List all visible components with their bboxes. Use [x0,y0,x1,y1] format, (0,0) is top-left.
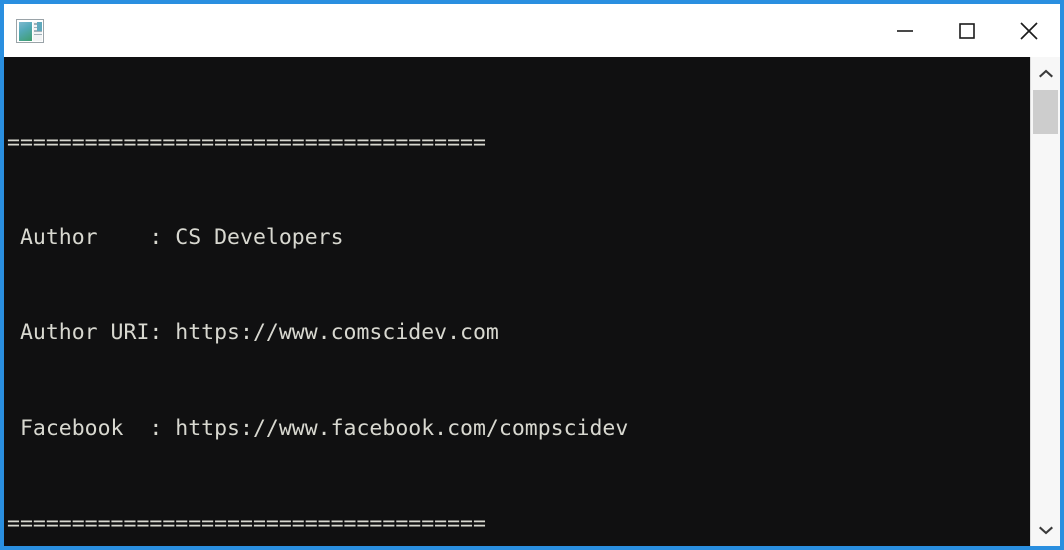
icon-left-pane [19,21,32,41]
console-body: ===================================== Au… [4,57,1060,546]
minimize-icon [897,29,913,32]
chevron-down-icon [1038,526,1053,534]
title-bar[interactable] [4,4,1060,57]
scrollbar-track[interactable] [1031,90,1060,513]
console-line: Author : CS Developers [7,224,344,250]
console-line: ===================================== [7,511,486,537]
close-icon [1020,21,1038,40]
scrollbar-up-button[interactable] [1031,57,1060,90]
chevron-up-icon [1038,69,1053,77]
console-line: ===================================== [7,129,486,155]
icon-line [33,33,42,35]
scrollbar-thumb[interactable] [1033,90,1058,134]
window-controls [874,4,1060,57]
vertical-scrollbar[interactable] [1030,57,1060,546]
console-output[interactable]: ===================================== Au… [4,57,1030,546]
console-app-icon [16,18,44,43]
console-line: Facebook : https://www.facebook.com/comp… [7,415,629,441]
maximize-button[interactable] [936,4,998,57]
console-window: ===================================== Au… [0,0,1064,550]
close-button[interactable] [998,4,1060,57]
maximize-icon [959,22,975,39]
console-line: Author URI: https://www.comscidev.com [7,320,499,346]
minimize-button[interactable] [874,4,936,57]
scrollbar-down-button[interactable] [1031,513,1060,546]
icon-tab [37,21,42,31]
